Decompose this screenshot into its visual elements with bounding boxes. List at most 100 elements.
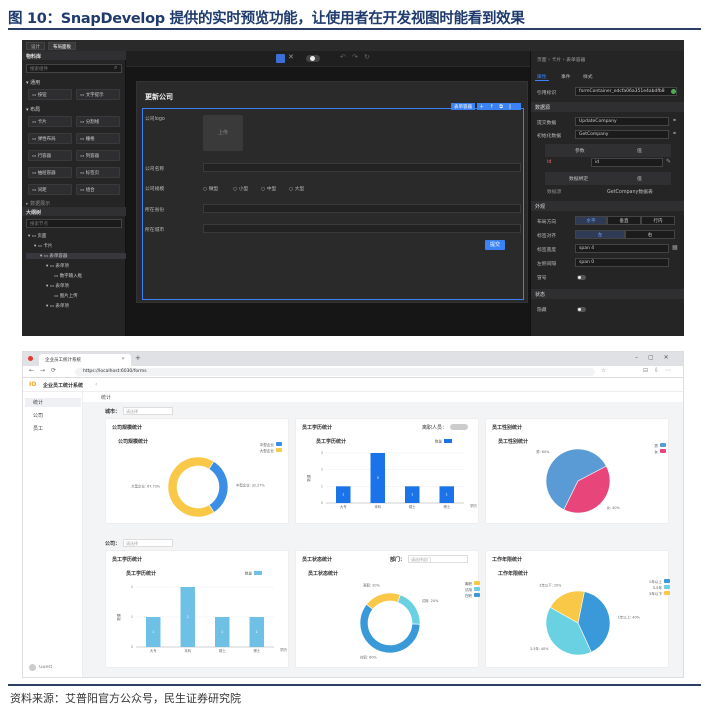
tree-search-input[interactable]: 搜索节点: [26, 219, 122, 228]
link-icon[interactable]: ⚭: [672, 117, 677, 124]
dept-filter-select[interactable]: 请选择部门: [408, 555, 468, 563]
param-value-header: 值: [637, 149, 642, 154]
component-tabs[interactable]: ▭ 标签页: [76, 167, 120, 178]
city-select[interactable]: [203, 224, 521, 233]
tree-node-form-item[interactable]: ▾ ▭ 表单项: [46, 303, 69, 309]
size-option-small[interactable]: ○ 小型: [233, 185, 248, 192]
init-data-select[interactable]: GetCompany: [575, 130, 669, 139]
link-icon[interactable]: ⚭: [672, 130, 677, 137]
select-tool-icon[interactable]: [276, 54, 285, 63]
logo-upload-box[interactable]: 上传: [203, 115, 243, 151]
nav-item-employee[interactable]: 员工: [25, 424, 81, 433]
component-tooltip[interactable]: ▭ 文字提示: [76, 89, 120, 100]
nav-item-stats[interactable]: 统计: [25, 398, 81, 407]
tree-node-page[interactable]: ▾ ▭ 页面: [28, 233, 46, 239]
component-group[interactable]: ▭ 组合: [76, 184, 120, 195]
breadcrumb: 统计: [83, 392, 683, 402]
category-general[interactable]: ▾ 通用: [26, 79, 40, 86]
tree-node-form-container[interactable]: ▾ ▭ 表单容器: [26, 253, 126, 259]
left-spacing-input[interactable]: span 0: [575, 258, 669, 267]
component-divider[interactable]: ▭ 分割线: [76, 116, 120, 127]
edit-icon[interactable]: ✎: [666, 158, 671, 165]
close-icon[interactable]: ✕: [288, 53, 294, 61]
y-tick-label: 0: [131, 645, 133, 649]
tree-node-number-input[interactable]: ▭ 数字输入框: [54, 273, 82, 279]
city-filter-select[interactable]: 请选择: [123, 407, 173, 415]
component-row[interactable]: ▭ 行容器: [28, 150, 72, 161]
tab-events[interactable]: 事件: [561, 73, 571, 80]
form-container-selected[interactable]: 表单容器 ＋ ↑ ⧉ ▯ 公司logo 上传 公司名称 公司规模 ○ 微型 ○ …: [142, 103, 524, 300]
bar-data-label: 1: [342, 493, 344, 497]
left-panel: 物料库 搜索组件 ⌕ ▾ 通用 ▭ 按钮 ▭ 文字提示 ▾ 布局 ▭ 卡片 ▭ …: [22, 51, 126, 336]
properties-panel: 页面 › 卡片 › 表单容器 属性 事件 样式 引用标识 formContain…: [530, 51, 684, 336]
card-component[interactable]: 更新公司 表单容器 ＋ ↑ ⧉ ▯ 公司logo 上传 公司名称 公司规模 ○ …: [136, 81, 528, 303]
label-width-input[interactable]: span 4: [575, 244, 669, 253]
window-controls-icon[interactable]: –▢✕: [635, 354, 679, 361]
param-id-input[interactable]: id: [591, 158, 663, 167]
undo-icon[interactable]: ↶: [340, 53, 346, 61]
tree-node-image-upload[interactable]: ▭ 图片上传: [54, 293, 78, 299]
resigned-toggle[interactable]: [450, 424, 468, 430]
y-axis-label: 数量: [116, 613, 121, 621]
star-icon[interactable]: ☆: [601, 367, 606, 374]
company-filter-select[interactable]: 请选择: [123, 539, 173, 547]
nav-arrows-icon[interactable]: ←→⟳: [29, 367, 62, 374]
align-right[interactable]: 右: [625, 230, 675, 239]
section-state[interactable]: 状态: [531, 289, 684, 299]
submit-data-select[interactable]: UpdateCompany: [575, 117, 669, 126]
snapdevelop-editor: 设计 布局面板 物料库 搜索组件 ⌕ ▾ 通用 ▭ 按钮 ▭ 文字提示 ▾ 布局…: [22, 40, 684, 336]
submit-button[interactable]: 提交: [485, 240, 505, 250]
align-left[interactable]: 左: [575, 230, 625, 239]
section-datasource[interactable]: 数据源: [531, 102, 684, 112]
tree-node-form-item[interactable]: ▾ ▭ 表单项: [46, 263, 69, 269]
legend-label: 3-5年: [653, 585, 663, 590]
figure-source: 资料来源：艾普阳官方公众号，民生证券研究院: [10, 692, 241, 705]
component-card[interactable]: ▭ 卡片: [28, 116, 72, 127]
section-appearance[interactable]: 外观: [531, 201, 684, 211]
component-drawer[interactable]: ▭ 抽屉容器: [28, 167, 72, 178]
legend-label: 数量: [245, 571, 253, 576]
status-dot-icon: [671, 89, 676, 94]
colon-toggle[interactable]: [577, 275, 586, 280]
component-search-input[interactable]: 搜索组件: [26, 64, 122, 73]
y-tick-label: 1: [131, 615, 133, 619]
layout-horizontal[interactable]: 水平: [575, 216, 607, 225]
size-option-micro[interactable]: ○ 微型: [203, 185, 218, 192]
size-option-large[interactable]: ○ 大型: [289, 185, 304, 192]
category-data-display[interactable]: ▸ 数据展示: [26, 200, 50, 207]
browser-menu-icon[interactable]: ⊟⇩⋯: [643, 367, 677, 374]
selection-action-icons[interactable]: ＋ ↑ ⧉ ▯: [477, 103, 521, 110]
x-axis-label: 学历: [280, 647, 287, 652]
tree-node-card[interactable]: ▾ ▭ 卡片: [34, 243, 52, 249]
bar-data-label: 1: [411, 493, 413, 497]
size-option-medium[interactable]: ○ 中型: [261, 185, 276, 192]
tree-node-form-item[interactable]: ▾ ▭ 表单项: [46, 283, 69, 289]
new-tab-icon[interactable]: +: [135, 354, 141, 362]
component-grid[interactable]: ▭ 栅格: [76, 133, 120, 144]
tab-layout[interactable]: 布局面板: [48, 42, 76, 50]
component-button[interactable]: ▭ 按钮: [28, 89, 72, 100]
category-layout[interactable]: ▾ 布局: [26, 106, 40, 113]
url-input[interactable]: https://localhost:6030/forms: [75, 368, 595, 376]
component-column[interactable]: ▭ 列容器: [76, 150, 120, 161]
layout-vertical[interactable]: 垂直: [607, 216, 641, 225]
binding-value[interactable]: GetCompany数据表: [607, 188, 653, 195]
component-flex[interactable]: ▭ 弹性布局: [28, 133, 72, 144]
ref-input[interactable]: formContainer_edcfa06a351e4abdfb8: [575, 87, 677, 96]
collapse-icon[interactable]: ‹: [95, 381, 97, 388]
nav-item-company[interactable]: 公司: [25, 411, 81, 420]
grid-icon[interactable]: ▦: [672, 244, 678, 251]
company-name-input[interactable]: [203, 163, 521, 172]
tab-properties[interactable]: 属性: [537, 73, 547, 80]
tab-design[interactable]: 设计: [26, 42, 45, 50]
layout-inline[interactable]: 行内: [641, 216, 675, 225]
province-select[interactable]: [203, 204, 521, 213]
refresh-icon[interactable]: ↻: [364, 53, 370, 61]
tab-styles[interactable]: 样式: [583, 73, 593, 80]
avatar[interactable]: [29, 664, 36, 671]
component-space[interactable]: ▭ 间距: [28, 184, 72, 195]
browser-tab[interactable]: 企业员工统计系统 ✕: [39, 354, 131, 366]
hidden-toggle[interactable]: [577, 307, 586, 312]
redo-icon[interactable]: ↷: [352, 53, 358, 61]
app-icon: [28, 356, 33, 361]
